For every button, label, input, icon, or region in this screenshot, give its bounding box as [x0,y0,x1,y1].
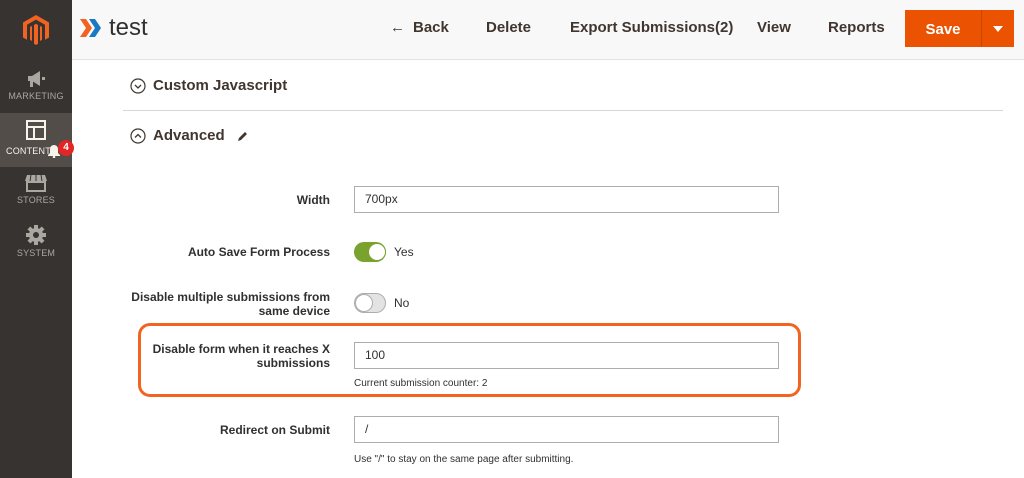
reports-button[interactable]: Reports [828,19,885,36]
sidebar-item-marketing[interactable]: MARKETING [0,62,72,114]
layout-icon [26,120,46,140]
section-advanced[interactable]: Advanced [130,127,249,144]
toggle-knob [368,243,386,261]
storefront-icon [25,174,47,192]
auto-save-state: Yes [394,245,414,259]
redirect-input[interactable]: / [354,416,779,443]
delete-button[interactable]: Delete [486,19,531,36]
disable-multiple-toggle[interactable] [354,293,386,313]
admin-sidebar: MARKETING CONTENT 4 STORES SYSTEM [0,0,74,478]
auto-save-label: Auto Save Form Process [187,245,330,259]
magento-logo-icon [23,15,49,45]
back-label: Back [413,19,449,36]
section-custom-javascript[interactable]: Custom Javascript [130,77,287,94]
chevron-down-circle-icon [130,77,146,94]
page-actions-bar: test ← Back Delete Export Submissions(2) … [72,0,1024,60]
disable-limit-label: Disable form when it reaches X submissio… [100,342,330,370]
width-input[interactable]: 700px [354,186,779,213]
disable-multiple-label: Disable multiple submissions from same d… [100,290,330,318]
disable-limit-input[interactable]: 100 [354,342,779,369]
save-button[interactable]: Save [905,10,981,47]
pencil-icon[interactable] [237,130,249,142]
megaphone-icon [28,71,45,87]
label-line: Disable multiple submissions from [131,290,330,304]
label-line: Disable form when it reaches X [152,342,330,356]
redirect-label: Redirect on Submit [219,423,330,437]
sidebar-item-label: STORES [16,195,56,205]
view-button[interactable]: View [757,19,791,36]
arrow-left-icon: ← [390,19,405,36]
label-line: submissions [256,356,330,370]
caret-down-icon [993,25,1003,32]
sidebar-item-system[interactable]: SYSTEM [0,220,72,272]
width-label: Width [296,193,330,207]
section-title: Custom Javascript [153,77,288,94]
brand-chevrons-icon [80,19,101,37]
sidebar-item-label: MARKETING [8,91,64,101]
page-title: test [109,14,148,41]
back-button[interactable]: ← Back [390,19,449,36]
auto-save-toggle[interactable] [354,242,386,262]
save-options-toggle[interactable] [981,10,1014,47]
notification-badge[interactable]: 4 [58,140,74,156]
sidebar-item-stores[interactable]: STORES [0,168,72,220]
redirect-note: Use "/" to stay on the same page after s… [354,454,574,465]
gear-icon [26,225,46,245]
section-divider [123,110,1003,111]
disable-multiple-state: No [394,296,410,310]
magento-logo[interactable] [0,0,72,60]
export-submissions-button[interactable]: Export Submissions(2) [570,19,733,36]
toggle-knob [355,294,373,312]
submission-counter-note: Current submission counter: 2 [354,378,488,389]
sidebar-item-label: SYSTEM [16,248,56,258]
chevron-up-circle-icon [130,127,146,144]
section-title: Advanced [153,127,225,144]
label-line: same device [258,304,330,318]
